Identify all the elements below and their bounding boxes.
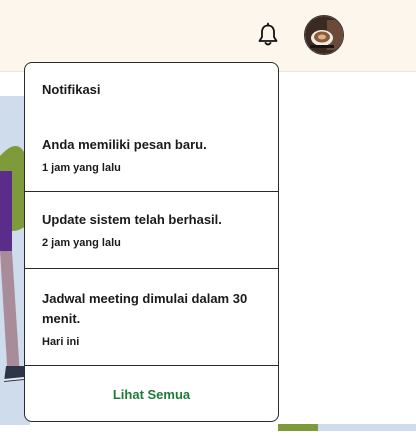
notification-message: Anda memiliki pesan baru. [42, 137, 207, 152]
notification-time: 1 jam yang lalu [42, 162, 121, 174]
bell-icon[interactable] [255, 22, 281, 48]
notification-message: Update sistem telah berhasil. [42, 212, 222, 227]
dropdown-title: Notifikasi [42, 82, 101, 97]
notification-time: Hari ini [42, 336, 80, 348]
notification-time: 2 jam yang lalu [42, 237, 121, 249]
avatar[interactable] [304, 15, 344, 55]
notification-item[interactable]: Anda memiliki pesan baru. 1 jam yang lal… [25, 117, 278, 192]
notification-item[interactable]: Jadwal meeting dimulai dalam 30 menit. H… [25, 269, 278, 366]
view-all-link[interactable]: Lihat Semua [113, 387, 190, 402]
bottom-illustration [278, 418, 416, 431]
notification-message: Jadwal meeting dimulai dalam 30 menit. [42, 291, 248, 326]
dropdown-footer: Lihat Semua [25, 366, 278, 421]
notification-item[interactable]: Update sistem telah berhasil. 2 jam yang… [25, 192, 278, 269]
notification-dropdown: Notifikasi Anda memiliki pesan baru. 1 j… [24, 62, 279, 422]
